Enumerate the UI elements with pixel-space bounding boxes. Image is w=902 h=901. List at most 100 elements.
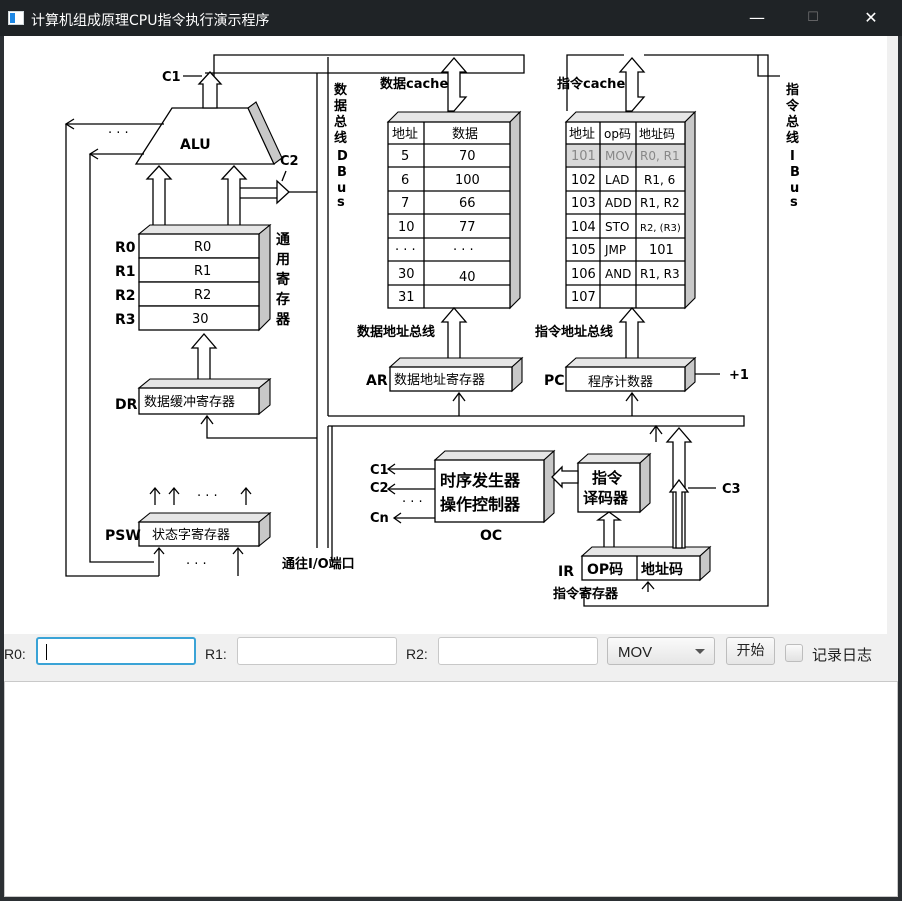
svg-text:R2, (R3): R2, (R3) (640, 223, 681, 234)
svg-text:105: 105 (571, 243, 596, 258)
svg-text:R1: R1 (115, 264, 136, 280)
svg-text:6: 6 (401, 173, 409, 188)
svg-text:40: 40 (459, 270, 476, 285)
svg-text:D: D (337, 149, 348, 164)
svg-text:104: 104 (571, 220, 596, 235)
log-output-area[interactable] (4, 681, 898, 897)
log-checkbox-label[interactable]: 记录日志 (812, 644, 872, 665)
maximize-button[interactable]: ☐ (784, 0, 842, 36)
ir-label: IR (558, 564, 574, 580)
reg-r1-value: R1 (194, 264, 211, 279)
svg-text:7: 7 (401, 196, 409, 211)
svg-text:s: s (337, 195, 345, 210)
ir-op-field: OP码 (587, 562, 623, 578)
instruction-select-value: MOV (618, 644, 653, 661)
ir-name: 指令寄存器 (553, 586, 619, 602)
svg-text:总: 总 (334, 114, 347, 130)
cpu-diagram: .ln{stroke:#000;stroke-width:1.3;fill:no… (64, 54, 800, 607)
minimize-button[interactable]: — (728, 0, 786, 36)
io-port-label: 通往I/O端口 (282, 556, 355, 572)
r2-input[interactable] (438, 637, 598, 665)
svg-text:5: 5 (401, 149, 409, 164)
alu-label: ALU (180, 137, 211, 153)
ar-label: AR (366, 373, 388, 389)
svg-text:31: 31 (398, 290, 415, 305)
close-button[interactable]: ✕ (842, 0, 900, 36)
ir-addr-field: 地址码 (641, 561, 683, 578)
svg-text:用: 用 (276, 252, 290, 268)
timing-generator-label: 时序发生器 (440, 471, 521, 490)
psw-label: PSW (105, 528, 141, 544)
svg-text:AND: AND (605, 267, 631, 281)
log-checkbox[interactable] (785, 644, 803, 662)
c1-top-label: C1 (162, 70, 181, 85)
svg-text:101: 101 (649, 243, 674, 258)
r0-label: R0: (4, 646, 26, 662)
svg-text:· · ·: · · · (197, 489, 218, 504)
svg-text:102: 102 (571, 173, 596, 188)
dr-label: DR (115, 397, 138, 413)
svg-text:线: 线 (786, 130, 799, 146)
svg-text:66: 66 (459, 196, 476, 211)
svg-text:10: 10 (398, 220, 415, 235)
svg-text:R0: R0 (115, 240, 136, 256)
svg-text:MOV: MOV (605, 149, 634, 163)
pc-name: 程序计数器 (588, 375, 653, 390)
title-bar: 计算机组成原理CPU指令执行演示程序 — ☐ ✕ (0, 0, 902, 36)
svg-text:JMP: JMP (604, 243, 626, 257)
data-cache-label: 数据cache (380, 76, 448, 92)
svg-text:· · ·: · · · (395, 243, 416, 258)
svg-text:数据: 数据 (452, 127, 478, 142)
control-bar: R0: R1: R2: MOV 开始 记录日志 (4, 634, 898, 680)
svg-text:R0, R1: R0, R1 (640, 149, 680, 163)
reg-r0-value: R0 (194, 240, 211, 255)
op-controller-label: 操作控制器 (440, 495, 521, 514)
svg-text:u: u (790, 181, 799, 196)
instr-addr-bus-label: 指令地址总线 (535, 324, 613, 340)
cn-label: Cn (370, 511, 389, 526)
svg-text:· · ·: · · · (453, 243, 474, 258)
svg-text:u: u (337, 181, 346, 196)
window-title: 计算机组成原理CPU指令执行演示程序 (31, 13, 270, 29)
r2-label: R2: (406, 646, 428, 662)
svg-text:30: 30 (398, 267, 415, 282)
start-button[interactable]: 开始 (726, 637, 775, 665)
reg-r2-value: R2 (194, 288, 211, 303)
svg-text:令: 令 (786, 98, 800, 114)
svg-text:器: 器 (275, 312, 291, 328)
svg-text:B: B (337, 165, 347, 180)
svg-text:101: 101 (571, 149, 596, 164)
r1-label: R1: (205, 646, 227, 662)
svg-text:op码: op码 (604, 127, 631, 141)
instruction-select[interactable]: MOV (607, 637, 715, 665)
svg-text:LAD: LAD (605, 173, 629, 187)
svg-text:· · ·: · · · (402, 495, 423, 510)
r1-input[interactable] (237, 637, 397, 665)
plus-one-label: +1 (729, 368, 749, 383)
text-caret (46, 644, 47, 660)
svg-text:指: 指 (786, 82, 799, 98)
ar-name: 数据地址寄存器 (394, 372, 485, 388)
oc-label: OC (480, 528, 502, 544)
svg-text:据: 据 (334, 98, 347, 114)
r0-input[interactable] (36, 637, 196, 665)
svg-text:ADD: ADD (605, 196, 632, 210)
svg-text:R1, 6: R1, 6 (644, 173, 675, 187)
svg-text:存: 存 (276, 291, 290, 308)
pc-label: PC (544, 373, 565, 389)
svg-text:总: 总 (786, 114, 799, 130)
svg-text:70: 70 (459, 149, 476, 164)
data-addr-bus-label: 数据地址总线 (357, 324, 435, 340)
svg-text:106: 106 (571, 267, 596, 282)
svg-text:B: B (790, 165, 800, 180)
svg-text:寄: 寄 (276, 271, 290, 288)
svg-text:103: 103 (571, 196, 596, 211)
svg-text:I: I (790, 149, 795, 164)
psw-name: 状态字寄存器 (152, 527, 230, 543)
c1-label: C1 (370, 463, 389, 478)
chevron-down-icon (695, 649, 705, 654)
svg-text:地址: 地址 (392, 127, 418, 142)
svg-text:77: 77 (459, 220, 476, 235)
svg-text:R1, R3: R1, R3 (640, 267, 680, 281)
c3-label: C3 (722, 482, 741, 497)
